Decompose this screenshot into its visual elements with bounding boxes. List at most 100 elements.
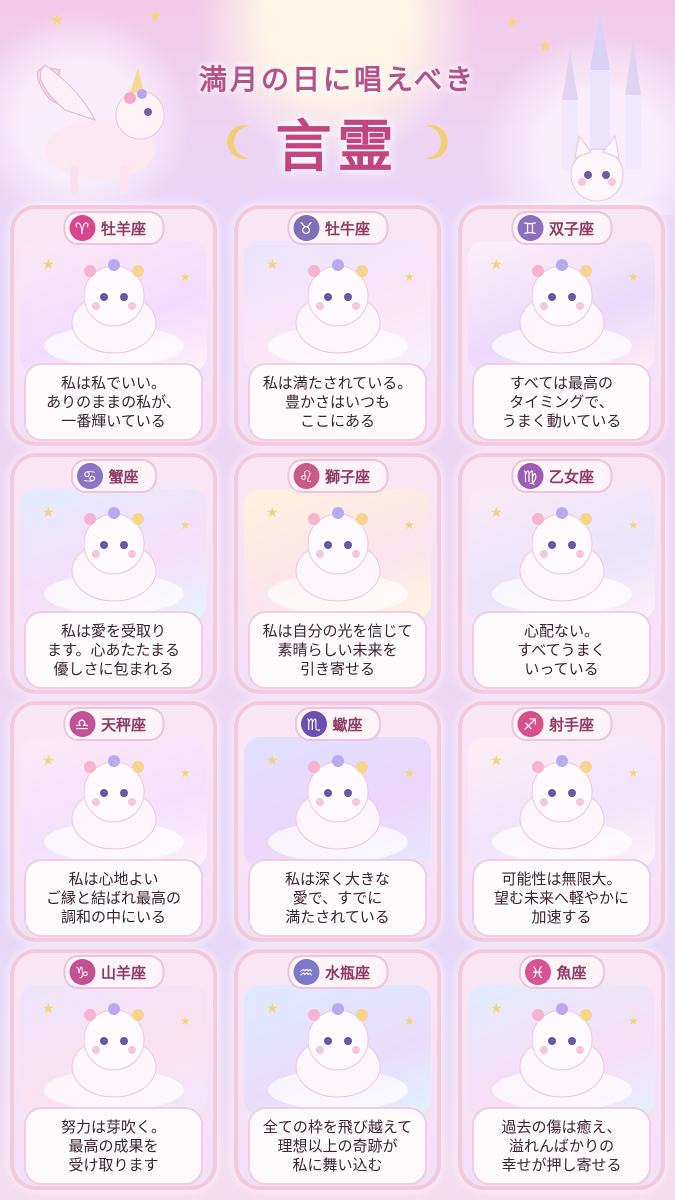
zodiac-card: ★ ★ ♑ 山羊座 努力は芽吹く。 最高の成果を 受け取ります: [10, 949, 217, 1190]
affirmation-text: 心配ない。 すべてうまく いっている: [472, 611, 651, 689]
svg-text:★: ★: [404, 1014, 415, 1028]
sign-badge: ♉ 牡牛座: [286, 211, 389, 245]
affirmation-line: 私は自分の光を信じて: [262, 621, 413, 640]
svg-text:★: ★: [628, 270, 639, 284]
affirmation-line: 調和の中にいる: [60, 907, 166, 926]
svg-text:★: ★: [180, 518, 191, 532]
svg-text:★: ★: [266, 257, 279, 273]
crab-icon: ★★: [42, 505, 191, 614]
affirmation-line: 私は満たされている。: [262, 373, 413, 392]
affirmation-line: 私は深く大きな: [284, 869, 390, 888]
affirmation-text: 可能性は無限大。 望む未来へ軽やかに 加速する: [472, 859, 651, 937]
zodiac-symbol-icon: ♎: [68, 711, 95, 737]
affirmation-line: うまく動いている: [501, 411, 622, 430]
affirmation-line: 私は心地よい: [68, 869, 159, 888]
svg-text:★: ★: [490, 753, 503, 769]
zodiac-card-grid: ★ ★ ♈ 牡羊座 私は私でいい。 ありのままの私が、 一番輝いている ★ ★ ♉ 牡牛座 私は満たさ…: [10, 205, 665, 1190]
affirmation-line: 最高の成果を: [68, 1136, 159, 1155]
svg-text:★: ★: [266, 1001, 279, 1017]
affirmation-line: 心配ない。: [523, 621, 599, 640]
scales-icon: ★★: [42, 753, 191, 862]
sign-name: 乙女座: [548, 467, 595, 486]
zodiac-card: ★ ★ ♋ 蟹座 私は愛を受取り ます。心あたたまる 優しさに包まれる: [10, 453, 217, 694]
sign-badge: ♍ 乙女座: [510, 459, 613, 493]
svg-text:★: ★: [42, 753, 55, 769]
svg-text:★: ★: [42, 505, 55, 521]
svg-text:★: ★: [404, 518, 415, 532]
zodiac-card: ★ ★ ♓ 魚座 過去の傷は癒え、 溢れんばかりの 幸せが押し寄せる: [458, 949, 665, 1190]
title-block: 満月の日に唱えべき 言霊: [180, 40, 495, 190]
zodiac-symbol-icon: ♊: [516, 215, 543, 241]
scorpion-icon: ★★: [266, 753, 415, 862]
zodiac-card: ★ ★ ♎ 天秤座 私は心地よい ご縁と結ばれ最高の 調和の中にいる: [10, 701, 217, 942]
card-illustration: ★ ★: [244, 489, 431, 619]
zodiac-card: ★ ★ ♏ 蠍座 私は深く大きな 愛で、すでに 満たされている: [234, 701, 441, 942]
affirmation-line: ます。心あたたまる: [46, 640, 181, 659]
affirmation-line: ここにある: [299, 411, 375, 430]
star-icon: ★: [50, 10, 65, 29]
sign-badge: ♈ 牡羊座: [62, 211, 165, 245]
affirmation-line: 私に舞い込む: [292, 1155, 383, 1174]
card-illustration: ★ ★: [20, 489, 207, 619]
svg-text:★: ★: [490, 1001, 503, 1017]
sign-name: 射手座: [548, 715, 595, 734]
card-illustration: ★ ★: [20, 985, 207, 1115]
affirmation-line: 豊かさはいつも: [284, 392, 390, 411]
affirmation-text: 過去の傷は癒え、 溢れんばかりの 幸せが押し寄せる: [472, 1107, 651, 1185]
sign-name: 牡牛座: [324, 219, 371, 238]
affirmation-line: 受け取ります: [68, 1155, 159, 1174]
twins-icon: ★★: [490, 257, 639, 366]
svg-text:★: ★: [42, 1001, 55, 1017]
affirmation-line: 可能性は無限大。: [501, 869, 622, 888]
zodiac-card: ★ ★ ♉ 牡牛座 私は満たされている。 豊かさはいつも ここにある: [234, 205, 441, 446]
affirmation-line: 満たされている: [285, 907, 390, 926]
zodiac-card: ★ ★ ♌ 獅子座 私は自分の光を信じて 素晴らしい未来を 引き寄せる: [234, 453, 441, 694]
card-illustration: ★ ★: [468, 737, 655, 867]
fish-icon: ★★: [490, 1001, 639, 1110]
sign-name: 天秤座: [100, 715, 147, 734]
sign-badge: ♒ 水瓶座: [286, 955, 389, 989]
zodiac-symbol-icon: ♋: [76, 463, 103, 489]
sign-name: 魚座: [556, 963, 587, 982]
affirmation-line: 幸せが押し寄せる: [501, 1155, 622, 1174]
affirmation-text: 私は自分の光を信じて 素晴らしい未来を 引き寄せる: [248, 611, 427, 689]
sign-badge: ♏ 蠍座: [294, 707, 381, 741]
sign-badge: ♑ 山羊座: [62, 955, 165, 989]
sign-badge: ♐ 射手座: [510, 707, 613, 741]
star-icon: ★: [505, 12, 520, 31]
svg-text:★: ★: [404, 270, 415, 284]
affirmation-text: 私は愛を受取り ます。心あたたまる 優しさに包まれる: [24, 611, 203, 689]
card-illustration: ★ ★: [244, 241, 431, 371]
zodiac-symbol-icon: ♑: [68, 959, 95, 985]
affirmation-line: 望む未来へ軽やかに: [493, 888, 629, 907]
zodiac-card: ★ ★ ♒ 水瓶座 全ての枠を飛び越えて 理想以上の奇跡が 私に舞い込む: [234, 949, 441, 1190]
affirmation-text: 私は私でいい。 ありのままの私が、 一番輝いている: [24, 363, 203, 441]
bull-icon: ★★: [266, 257, 415, 366]
crescent-moon-icon: [227, 125, 250, 159]
svg-text:★: ★: [180, 270, 191, 284]
affirmation-line: 私は愛を受取り: [60, 621, 166, 640]
crescent-moon-icon: [425, 125, 448, 159]
zodiac-card: ★ ★ ♍ 乙女座 心配ない。 すべてうまく いっている: [458, 453, 665, 694]
affirmation-line: タイミングで、: [509, 392, 614, 411]
affirmation-line: ありのままの私が、: [46, 392, 181, 411]
affirmation-line: 一番輝いている: [61, 411, 166, 430]
svg-text:★: ★: [490, 257, 503, 273]
card-illustration: ★ ★: [468, 985, 655, 1115]
sign-name: 山羊座: [100, 963, 147, 982]
page-subtitle: 満月の日に唱えべき: [198, 63, 477, 96]
svg-text:★: ★: [180, 1014, 191, 1028]
card-illustration: ★ ★: [20, 241, 207, 371]
sign-name: 蟹座: [108, 467, 139, 486]
affirmation-line: 理想以上の奇跡が: [277, 1136, 398, 1155]
affirmation-line: 溢れんばかりの: [508, 1136, 615, 1155]
sign-badge: ♓ 魚座: [518, 955, 605, 989]
affirmation-line: すべては最高の: [509, 373, 614, 392]
affirmation-line: いっている: [524, 659, 599, 678]
zodiac-symbol-icon: ♌: [292, 463, 319, 489]
sign-name: 獅子座: [324, 467, 371, 486]
svg-text:★: ★: [266, 505, 279, 521]
svg-text:★: ★: [628, 766, 639, 780]
affirmation-text: すべては最高の タイミングで、 うまく動いている: [472, 363, 651, 441]
svg-text:★: ★: [628, 1014, 639, 1028]
